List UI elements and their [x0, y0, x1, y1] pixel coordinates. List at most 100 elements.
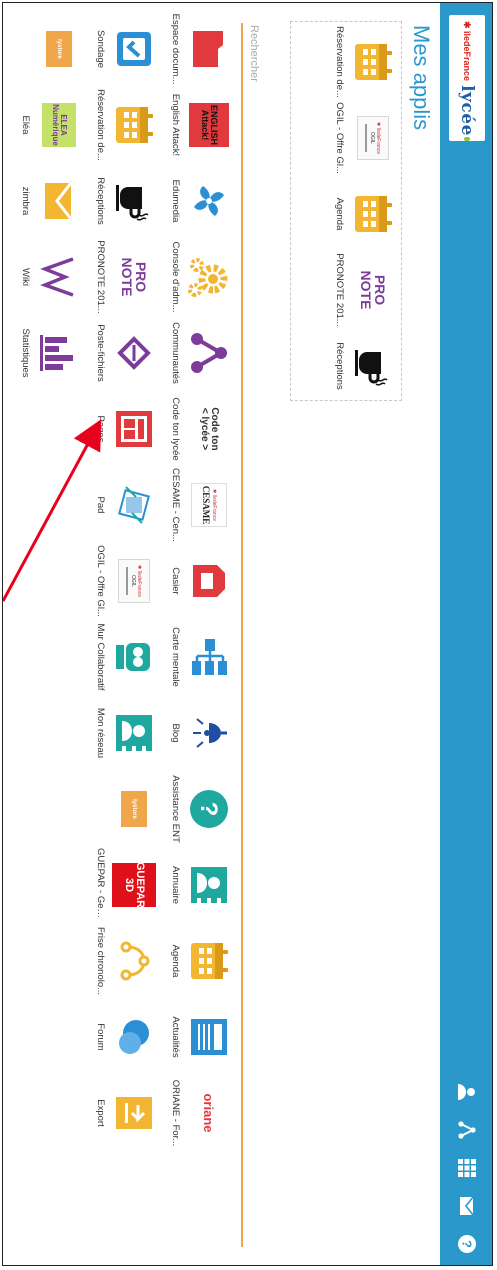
cesame-text: CESAME [201, 485, 211, 525]
user-icon[interactable] [456, 1081, 478, 1103]
app-tile-english-attack[interactable]: ENGLISH Attack! English Attack! [160, 87, 235, 163]
app-tile-communautes[interactable]: Communautés [160, 315, 235, 391]
app-label: Edumedia [170, 179, 181, 223]
help-icon[interactable]: ? [456, 1233, 478, 1255]
app-label: Console d'adm... [170, 241, 181, 313]
svg-text:?: ? [460, 1240, 475, 1248]
app-tile-blog[interactable]: Blog [160, 695, 235, 771]
pad-icon [112, 483, 156, 527]
app-tile-oriane-for[interactable]: oriane ORIANE - For... [160, 1075, 235, 1151]
calendar-icon [351, 192, 395, 236]
pronote-logo-text: PRO NOTE [119, 257, 149, 297]
app-tile-pages[interactable]: Pages [85, 391, 160, 467]
app-tile-export[interactable]: Export [85, 1075, 160, 1151]
app-tile-lystore-logo[interactable]: lystore [10, 11, 85, 87]
app-label: Wiki [20, 268, 31, 286]
app-tile-forum[interactable]: Forum [85, 999, 160, 1075]
elea-logo: ELEA Numérique [37, 103, 81, 147]
app-tile-annuaire[interactable]: Annuaire [160, 847, 235, 923]
app-tile-elea[interactable]: ELEA Numérique Eléa [10, 87, 85, 163]
app-label: PRONOTE 201... [334, 253, 345, 327]
app-tile-guepar-gest[interactable]: GUEPAR 3D GUEPAR - Gest... [85, 847, 160, 923]
app-label: Mur Collaboratif [95, 623, 106, 691]
app-tile-actualites[interactable]: Actualités [160, 999, 235, 1075]
app-label: Export [95, 1099, 106, 1127]
app-tile-mur-collaboratif[interactable]: Mur Collaboratif [85, 619, 160, 695]
mail-icon[interactable] [456, 1195, 478, 1217]
app-label: ORIANE - For... [170, 1079, 181, 1147]
ogil-thumbnail: ✱ îledeFrance OGIL [112, 559, 156, 603]
cesame-logo: ✱ îledeFrance CESAME [187, 483, 231, 527]
app-label: Assistance ENT [170, 775, 181, 843]
app-tile-console-d-adm[interactable]: Console d'adm... [160, 239, 235, 315]
app-tile-lystore-logo[interactable]: lystore [85, 771, 160, 847]
app-tile-espace-docum[interactable]: Espace docum... [160, 11, 235, 87]
app-tile-ogil-offre-gl[interactable]: ✱ îledeFrance OGIL OGIL - Offre Gl... [85, 543, 160, 619]
apps-row-3: lystore ELEA Numérique Eléa zimbra Wiki Stati… [10, 11, 85, 1251]
app-label: Réceptions [334, 342, 345, 390]
apps-grid-icon[interactable] [456, 1157, 478, 1179]
app-tile-ogil-offre-gl[interactable]: ✱ îledeFrance OGIL OGIL - Offre Gl... [324, 100, 399, 176]
brand-logo[interactable]: ✱ îledeFrance lycée [449, 15, 485, 141]
app-tile-code-ton-lycee[interactable]: Code ton < lycée > Code ton lycée [160, 391, 235, 467]
oriane-logo: oriane [187, 1091, 231, 1135]
fan-icon [187, 179, 231, 223]
cesame-region-text: ✱ îledeFrance [211, 489, 217, 521]
app-tile-cesame-cen[interactable]: ✱ îledeFrance CESAME CESAME - Cen... [160, 467, 235, 543]
app-tile-frise-chronolo[interactable]: Frise chronolo... [85, 923, 160, 999]
calendar-icon [351, 40, 395, 84]
app-tile-poste-fichiers[interactable]: Poste-fichiers [85, 315, 160, 391]
top-header: ✱ îledeFrance lycée ? [440, 3, 492, 1265]
folder-icon [187, 27, 231, 71]
poll-check-icon [112, 27, 156, 71]
app-tile-statistiques[interactable]: Statistiques [10, 315, 85, 391]
wiki-icon [37, 255, 81, 299]
app-tile-receptions[interactable]: Réceptions [85, 163, 160, 239]
app-tile-edumedia[interactable]: Edumedia [160, 163, 235, 239]
app-tile-sondage[interactable]: Sondage [85, 11, 160, 87]
app-tile-agenda[interactable]: Agenda [160, 923, 235, 999]
search-input[interactable] [241, 23, 265, 1247]
locker-icon [187, 559, 231, 603]
app-label: zimbra [20, 186, 31, 216]
network-icon[interactable] [456, 1119, 478, 1141]
code-ton-lycee-text: Code ton < lycée > [199, 407, 220, 451]
app-tile-receptions[interactable]: Réceptions [324, 328, 399, 404]
app-tile-pad[interactable]: Pad [85, 467, 160, 543]
app-tile-pronote-201[interactable]: PRO NOTE PRONOTE 201... [85, 239, 160, 315]
app-tile-reservation-de[interactable]: Réservation de... [85, 87, 160, 163]
app-label: Communautés [170, 322, 181, 384]
app-label: OGIL - Offre Gl... [95, 545, 106, 617]
app-tile-carte-mentale[interactable]: Carte mentale [160, 619, 235, 695]
app-tile-reservation-de[interactable]: Réservation de... [324, 24, 399, 100]
mail-envelope-icon [37, 179, 81, 223]
app-label: Espace docum... [170, 13, 181, 85]
favorites-grid: Réservation de... ✱ îledeFrance OGIL OGIL -… [324, 24, 399, 404]
mindmap-icon [187, 635, 231, 679]
app-label: Pages [95, 415, 106, 443]
lystore-logo-text: lystore [121, 791, 147, 827]
screenshot-frame: ✱ îledeFrance lycée ? Mes applis Réserva… [2, 2, 493, 1266]
gears-icon [187, 255, 231, 299]
english-attack-logo: ENGLISH Attack! [187, 103, 231, 147]
apps-row-1: Espace docum... ENGLISH Attack! English At… [160, 11, 235, 1251]
page-title: Mes applis [409, 25, 434, 131]
svg-text:?: ? [195, 802, 222, 817]
app-tile-agenda[interactable]: Agenda [324, 176, 399, 252]
app-tile-pronote-201[interactable]: PRO NOTE PRONOTE 201... [324, 252, 399, 328]
app-tile-wiki[interactable]: Wiki [10, 239, 85, 315]
ogil-region-text: ✱ îledeFrance [375, 122, 381, 154]
favorites-dropzone[interactable]: Réservation de... ✱ îledeFrance OGIL OGIL -… [290, 21, 402, 401]
bar-chart-icon [37, 331, 81, 375]
app-tile-zimbra[interactable]: zimbra [10, 163, 85, 239]
app-tile-mon-reseau[interactable]: Mon réseau [85, 695, 160, 771]
app-tile-assistance-ent[interactable]: ? Assistance ENT [160, 771, 235, 847]
lystore-logo: lystore [112, 787, 156, 831]
coffee-cup-icon [351, 344, 395, 388]
app-tile-casier[interactable]: Casier [160, 543, 235, 619]
app-label: OGIL - Offre Gl... [334, 102, 345, 174]
ogil-region-text: ✱ îledeFrance [136, 565, 142, 597]
forum-bubbles-icon [112, 1015, 156, 1059]
lystore-logo-text: lystore [46, 31, 72, 67]
app-label: Actualités [170, 1016, 181, 1058]
